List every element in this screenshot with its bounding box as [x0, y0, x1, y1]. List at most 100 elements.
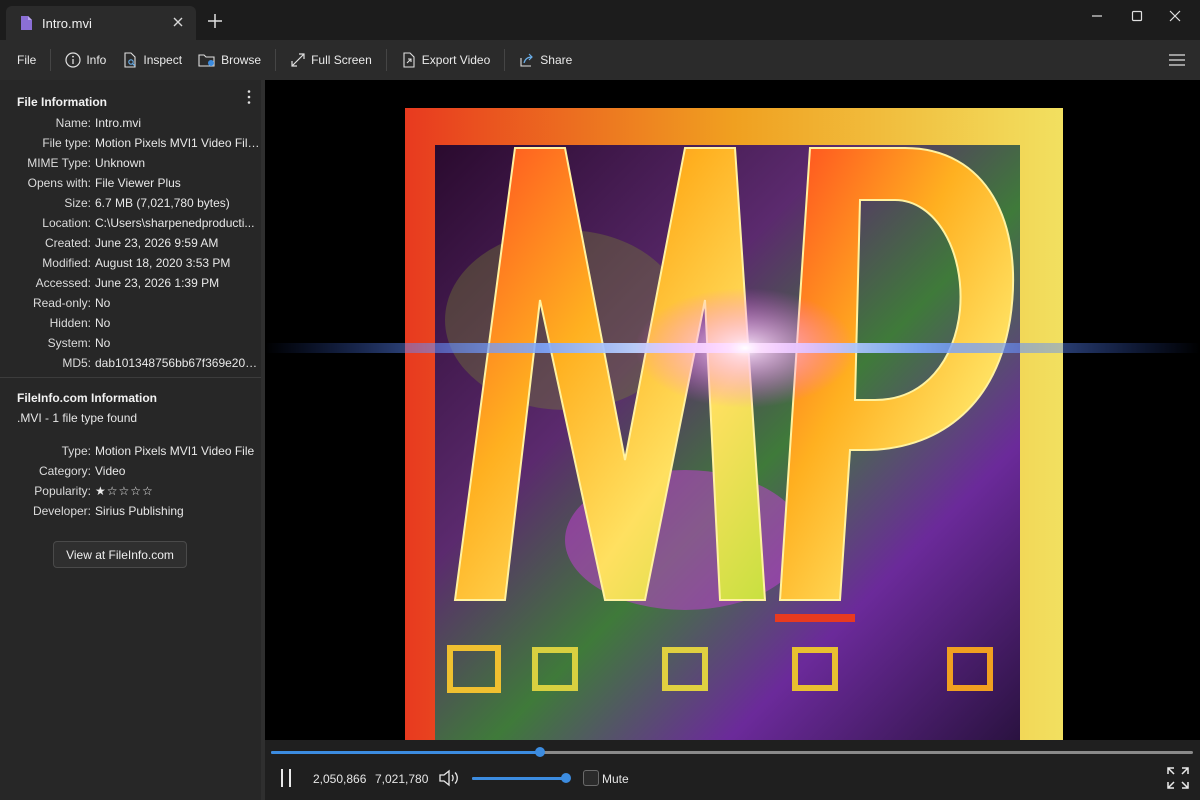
seek-bar[interactable]: [271, 747, 1193, 757]
info-key: Developer:: [32, 504, 91, 518]
minimize-icon: [1092, 15, 1102, 17]
info-value: Unknown: [95, 156, 146, 170]
info-key: MD5:: [62, 356, 91, 370]
full-screen-label: Full Screen: [311, 53, 372, 67]
info-row-system: System: No: [0, 336, 261, 356]
volume-thumb[interactable]: [561, 773, 571, 783]
info-row-opens-with: Opens with: File Viewer Plus: [0, 176, 261, 196]
info-value: No: [95, 336, 111, 350]
info-key: Size:: [64, 196, 91, 210]
share-label: Share: [540, 53, 573, 67]
info-value: No: [95, 316, 111, 330]
info-key: Modified:: [42, 256, 91, 270]
tab-intro-mvi[interactable]: Intro.mvi: [6, 6, 196, 40]
info-row-location: Location: C:\Users\sharpenedproducti...: [0, 216, 261, 236]
info-row-name: Name: Intro.mvi: [0, 116, 261, 136]
seek-thumb[interactable]: [535, 747, 546, 757]
fileinfo-com-heading: FileInfo.com Information: [17, 391, 157, 405]
info-key: Opens with:: [27, 176, 91, 190]
toolbar-divider: [275, 49, 277, 71]
browse-button[interactable]: Browse: [190, 46, 269, 74]
star-rating: ★☆☆☆☆: [95, 484, 154, 498]
title-bar: Intro.mvi: [0, 0, 1200, 40]
file-information-heading: File Information: [17, 95, 107, 109]
fullscreen-icon[interactable]: [1166, 766, 1190, 790]
share-button[interactable]: Share: [511, 46, 580, 74]
info-row-mime-type: MIME Type: Unknown: [0, 156, 261, 176]
mute-checkbox[interactable]: [583, 770, 599, 786]
info-value: Video: [95, 464, 126, 478]
info-key: MIME Type:: [27, 156, 91, 170]
info-row-md5: MD5: dab101348756bb67f369e205d...: [0, 356, 261, 376]
toolbar-divider: [385, 49, 387, 71]
info-row-hidden: Hidden: No: [0, 316, 261, 336]
info-key: Read-only:: [32, 296, 91, 310]
inspect-label: Inspect: [143, 53, 183, 67]
info-value: File Viewer Plus: [95, 176, 181, 190]
file-menu-label: File: [17, 53, 37, 67]
volume-level: [472, 777, 566, 780]
info-value: 6.7 MB (7,021,780 bytes): [95, 196, 230, 210]
fi-row-category: Category: Video: [0, 464, 261, 484]
info-key: Type:: [61, 444, 91, 458]
folder-browse-icon: [198, 54, 215, 67]
toolbar-divider: [504, 49, 506, 71]
seek-progress: [271, 751, 541, 754]
toolbar: File Info Inspect Browse Full Screen Exp…: [0, 40, 1200, 80]
full-screen-button[interactable]: Full Screen: [282, 46, 380, 74]
info-key: Name:: [55, 116, 91, 130]
fi-row-developer: Developer: Sirius Publishing: [0, 504, 261, 524]
fi-row-type: Type: Motion Pixels MVI1 Video File: [0, 444, 261, 464]
fi-row-popularity: Popularity: ★☆☆☆☆: [0, 484, 261, 504]
info-key: Hidden:: [49, 316, 91, 330]
export-video-button[interactable]: Export Video: [393, 46, 499, 74]
close-tab-icon[interactable]: [170, 14, 186, 30]
browse-label: Browse: [221, 53, 262, 67]
inspect-button[interactable]: Inspect: [114, 46, 190, 74]
inspect-icon: [124, 52, 136, 68]
file-types-found: .MVI - 1 file type found: [17, 411, 138, 425]
hamburger-menu-icon[interactable]: [1168, 53, 1186, 67]
info-key: Location:: [42, 216, 91, 230]
location-link[interactable]: C:\Users\sharpenedproducti...: [95, 216, 260, 230]
view-at-fileinfo-button[interactable]: View at FileInfo.com: [53, 541, 187, 568]
info-value: Intro.mvi: [95, 116, 142, 130]
info-value: Sirius Publishing: [95, 504, 184, 518]
file-menu-button[interactable]: File: [9, 46, 44, 74]
close-icon: [1169, 10, 1181, 22]
info-button[interactable]: Info: [57, 46, 114, 74]
info-value: Motion Pixels MVI1 Video File...: [95, 136, 260, 150]
info-row-modified: Modified: August 18, 2020 3:53 PM: [0, 256, 261, 276]
info-value: Motion Pixels MVI1 Video File: [95, 444, 255, 458]
tab-label: Intro.mvi: [42, 15, 92, 31]
info-value: August 18, 2020 3:53 PM: [95, 256, 231, 270]
pause-icon[interactable]: [279, 768, 293, 788]
info-icon: [65, 52, 81, 68]
popularity-stars: ★☆☆☆☆: [95, 484, 260, 498]
current-position: 2,050,866: [313, 772, 367, 786]
video-frame[interactable]: [265, 80, 1200, 740]
info-key: Accessed:: [35, 276, 91, 290]
info-row-accessed: Accessed: June 23, 2026 1:39 PM: [0, 276, 261, 296]
info-row-created: Created: June 23, 2026 9:59 AM: [0, 236, 261, 256]
volume-slider[interactable]: [472, 773, 571, 783]
share-icon: [520, 53, 534, 67]
new-tab-icon[interactable]: [206, 12, 224, 30]
info-value: No: [95, 296, 111, 310]
info-value: June 23, 2026 1:39 PM: [95, 276, 220, 290]
volume-icon[interactable]: [438, 768, 460, 788]
info-value: June 23, 2026 9:59 AM: [95, 236, 219, 250]
section-divider: [0, 377, 261, 378]
more-options-icon[interactable]: [246, 89, 252, 105]
app-window: Intro.mvi File Info Inspect Browse Full …: [0, 0, 1200, 800]
info-key: System:: [47, 336, 91, 350]
info-key: Popularity:: [34, 484, 91, 498]
player-controls: 2,050,866 7,021,780 Mute: [265, 740, 1200, 800]
close-window-button[interactable]: [1152, 0, 1198, 32]
info-key: File type:: [42, 136, 91, 150]
file-icon: [21, 16, 32, 30]
info-key: Category:: [38, 464, 91, 478]
export-video-label: Export Video: [421, 53, 491, 67]
mp-logo-video-image: [265, 80, 1200, 740]
info-label: Info: [86, 53, 107, 67]
